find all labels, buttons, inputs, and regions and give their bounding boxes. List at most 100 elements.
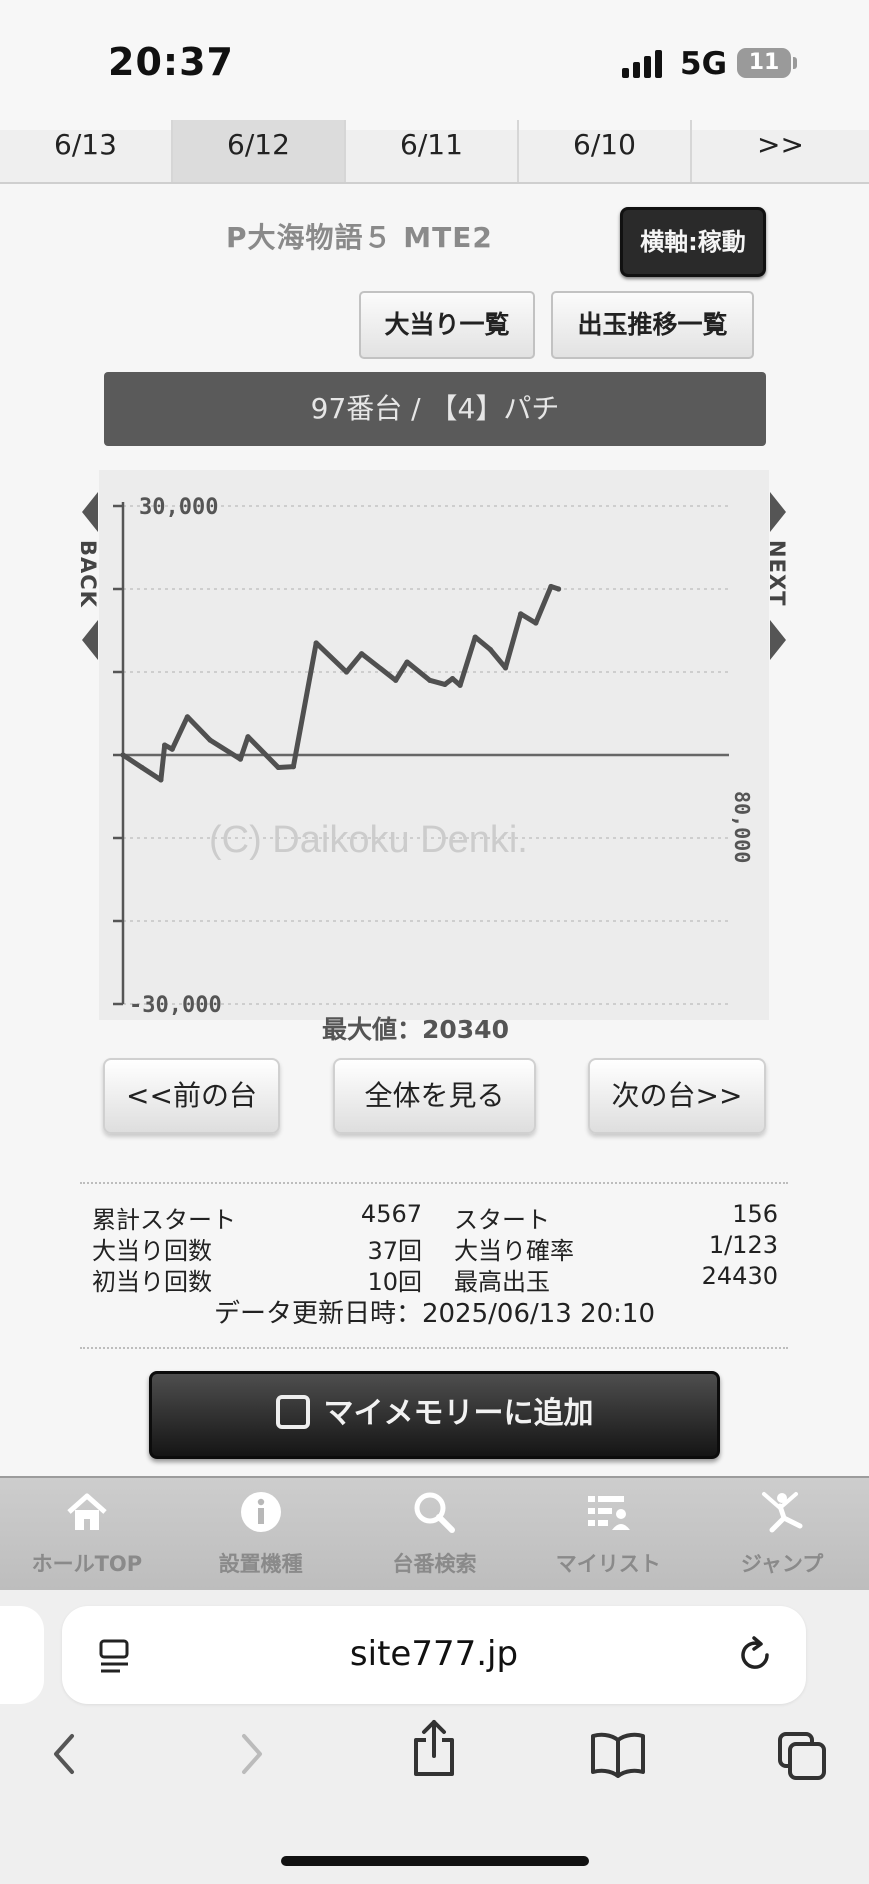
back-arrow-down-icon[interactable] [82, 620, 98, 660]
next-arrow-down-icon[interactable] [770, 620, 786, 660]
home-icon [67, 1493, 107, 1530]
status-bar: 20:37 5G 11 [0, 0, 869, 130]
next-arrow-up-icon[interactable] [770, 492, 786, 532]
back-arrow-up-icon[interactable] [82, 492, 98, 532]
data-point [184, 714, 190, 720]
prev-machine-button[interactable]: <<前の台 [103, 1058, 280, 1134]
y-tick-label-bottom: -30,000 [129, 993, 222, 1018]
data-point [518, 611, 524, 617]
x-axis-end-label: 80,000 [730, 791, 754, 863]
series-line [120, 584, 562, 783]
nav-machine-search[interactable]: 台番検索 [348, 1478, 522, 1590]
tab-date-0610[interactable]: 6/10 [519, 120, 692, 182]
info-icon [240, 1492, 281, 1532]
y-tick-label-top: 30,000 [139, 495, 218, 520]
stat-label: 大当り確率 [454, 1237, 574, 1265]
previous-tab-preview[interactable] [0, 1606, 44, 1704]
data-point [120, 752, 126, 758]
nav-installed-models-label: 設置機種 [218, 1552, 303, 1576]
stats-row: 大当り回数 37回 大当り確率 1/123 [92, 1231, 778, 1265]
divider-top [80, 1182, 788, 1184]
nav-my-list-label: マイリスト [555, 1552, 661, 1576]
home-indicator [281, 1856, 589, 1866]
payout-list-button[interactable]: 出玉推移一覧 [551, 291, 754, 359]
stat-value: 24430 [701, 1262, 778, 1290]
next-machine-button[interactable]: 次の台>> [588, 1058, 766, 1134]
signal-icon [622, 50, 662, 78]
nav-jump[interactable]: ジャンプ [695, 1478, 869, 1590]
stat-value: 4567 [360, 1200, 422, 1228]
tab-date-0612[interactable]: 6/12 [173, 120, 346, 182]
reload-icon[interactable] [736, 1636, 774, 1674]
model-title: P大海物語５ MTE2 [226, 221, 493, 254]
machine-bar: 97番台 / 【4】パチ [104, 372, 766, 446]
data-point [427, 677, 433, 683]
add-to-my-memory-button[interactable]: マイメモリーに追加 [149, 1371, 720, 1459]
payout-chart: (C) Daikoku Denki. 30,000 -30,000 80,000 [99, 470, 769, 1020]
data-point [548, 583, 554, 590]
forward-icon[interactable] [234, 1730, 268, 1778]
stat-label: 累計スタート [92, 1206, 236, 1234]
stat-value: 1/123 [708, 1231, 778, 1259]
tab-date-0613[interactable]: 6/13 [0, 120, 173, 182]
jackpot-list-button[interactable]: 大当り一覧 [359, 291, 535, 359]
stat-label: 初当り回数 [92, 1268, 212, 1296]
stats-row: 初当り回数 10回 最高出玉 24430 [92, 1262, 778, 1296]
battery-tip [793, 57, 797, 69]
stat-label: スタート [454, 1206, 550, 1234]
tab-date-more[interactable]: >> [692, 120, 869, 182]
data-point [343, 669, 350, 675]
nav-hall-top[interactable]: ホールTOP [0, 1478, 174, 1590]
data-point [442, 681, 448, 688]
chart-watermark: (C) Daikoku Denki. [209, 819, 528, 861]
add-to-my-memory-label: マイメモリーに追加 [323, 1396, 594, 1431]
data-point [487, 646, 493, 653]
stat-label: 大当り回数 [92, 1237, 212, 1265]
divider-bottom [80, 1347, 788, 1349]
data-updated-time: データ更新日時：2025/06/13 20:10 [213, 1299, 656, 1329]
nav-hall-top-label: ホールTOP [31, 1552, 143, 1576]
back-label[interactable]: BACK [76, 540, 100, 608]
data-point [158, 777, 164, 783]
bookmarks-icon[interactable] [590, 1730, 646, 1778]
stat-value: 37回 [367, 1237, 422, 1265]
stat-label: 最高出玉 [454, 1268, 550, 1296]
data-point [449, 676, 456, 682]
nav-installed-models[interactable]: 設置機種 [174, 1478, 348, 1590]
data-point [404, 659, 410, 665]
chart-svg: (C) Daikoku Denki. 30,000 -30,000 80,000 [113, 495, 754, 1018]
url-text: site777.jp [349, 1634, 519, 1674]
stats-table: 累計スタート 4567 スタート 156 大当り回数 37回 大当り確率 1/1… [92, 1200, 778, 1296]
back-icon[interactable] [48, 1730, 82, 1778]
data-point [207, 737, 213, 743]
browser-chrome: site777.jp [0, 1590, 869, 1884]
data-point [290, 764, 297, 770]
date-tabs: 6/13 6/12 6/11 6/10 >> [0, 120, 869, 184]
battery-icon: 11 [737, 48, 791, 78]
data-point [245, 734, 251, 740]
list-user-icon [588, 1496, 631, 1530]
axis-toggle-button[interactable]: 横軸:稼動 [620, 207, 766, 277]
search-icon [414, 1492, 456, 1533]
tabs-icon[interactable] [776, 1730, 828, 1782]
site-bottom-nav: ホールTOP 設置機種 台番検索 マイリスト ジャンプ [0, 1476, 869, 1590]
stat-value: 10回 [367, 1268, 422, 1296]
stat-value: 156 [732, 1200, 778, 1228]
data-point [393, 677, 399, 683]
data-point [162, 742, 168, 748]
address-bar[interactable]: site777.jp [62, 1606, 806, 1704]
view-all-button[interactable]: 全体を見る [333, 1058, 536, 1134]
data-point [457, 682, 463, 688]
data-point [472, 634, 478, 640]
nav-my-list[interactable]: マイリスト [521, 1478, 695, 1590]
data-point [359, 651, 365, 657]
jump-icon [762, 1492, 803, 1533]
data-point [555, 586, 562, 592]
max-value-label: 最大値：20340 [322, 1015, 509, 1044]
network-label: 5G [680, 46, 728, 82]
share-icon[interactable] [410, 1718, 458, 1778]
data-point [169, 746, 175, 752]
memory-icon [275, 1394, 310, 1429]
tab-date-0611[interactable]: 6/11 [346, 120, 519, 182]
status-time: 20:37 [108, 40, 234, 84]
